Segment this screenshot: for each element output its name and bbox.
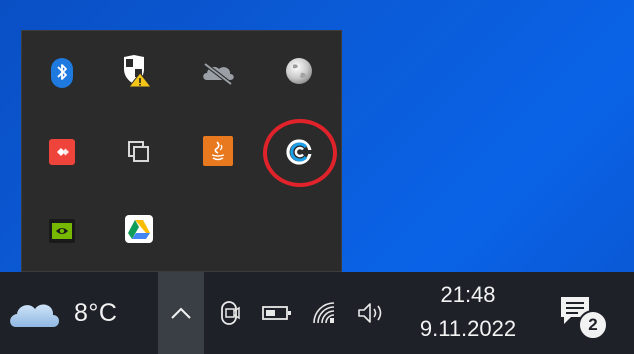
clock[interactable]: 21:48 9.11.2022 <box>404 278 532 350</box>
java-update-icon[interactable] <box>198 131 238 171</box>
volume-icon[interactable] <box>354 296 388 330</box>
windows-security-warning-icon[interactable] <box>116 51 156 91</box>
notification-count-badge: 2 <box>578 310 608 340</box>
anydesk-icon[interactable] <box>42 132 82 172</box>
hidden-icons-flyout <box>21 30 342 272</box>
camera-mic-icon[interactable] <box>214 296 248 330</box>
chevron-up-icon <box>171 307 191 319</box>
show-hidden-icons-button[interactable] <box>158 272 204 354</box>
taskbar: 8°C 21:48 9.11.2022 2 <box>0 272 634 354</box>
bluetooth-icon[interactable] <box>42 53 82 93</box>
globe-icon[interactable] <box>279 51 319 91</box>
copy-windows-icon[interactable] <box>119 132 159 172</box>
notification-center-button[interactable]: 2 <box>556 290 608 342</box>
temperature-label: 8°C <box>74 298 118 327</box>
google-drive-icon[interactable] <box>119 209 159 249</box>
weather-widget[interactable]: 8°C <box>6 272 146 354</box>
nvidia-icon[interactable] <box>42 211 82 251</box>
clock-date: 9.11.2022 <box>419 316 517 341</box>
battery-icon[interactable] <box>260 296 294 330</box>
onedrive-offline-icon[interactable] <box>198 53 238 93</box>
cloud-icon <box>10 304 59 327</box>
ccleaner-icon[interactable] <box>279 132 319 172</box>
wifi-icon[interactable] <box>308 296 342 330</box>
clock-time: 21:48 <box>440 282 496 307</box>
